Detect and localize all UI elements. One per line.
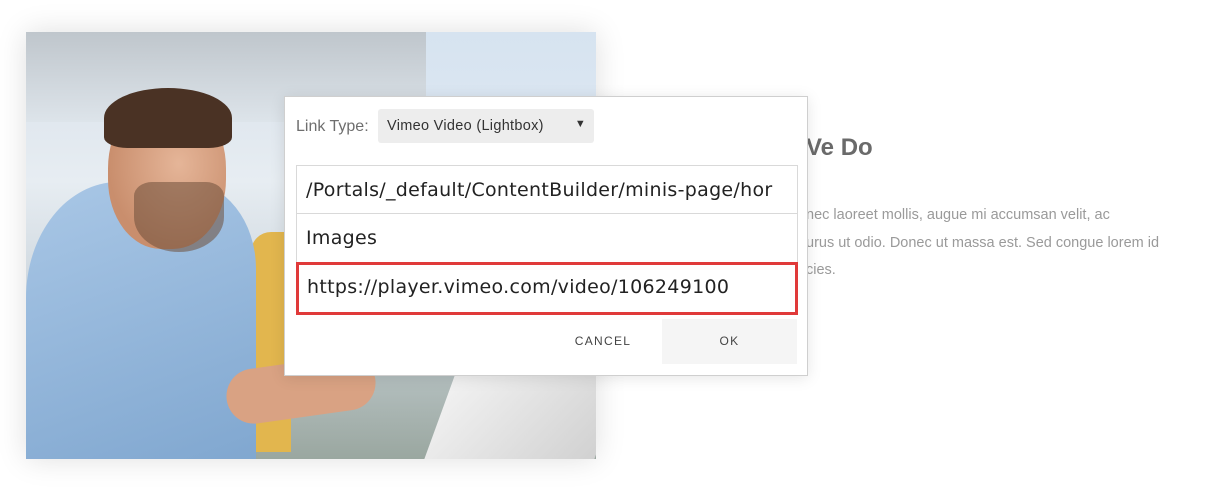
section-body-text: nec laoreet mollis, augue mi accumsan ve… xyxy=(806,202,1206,285)
photo-person-hair xyxy=(104,88,232,148)
photo-laptop xyxy=(415,372,596,459)
link-type-select[interactable]: Vimeo Video (Lightbox) ▼ xyxy=(378,109,594,143)
cancel-button[interactable]: CANCEL xyxy=(547,319,659,363)
link-type-label: Link Type: xyxy=(296,118,369,135)
link-type-selected-value: Vimeo Video (Lightbox) xyxy=(387,118,544,134)
section-heading: Ve Do xyxy=(806,134,873,161)
caret-down-icon: ▼ xyxy=(574,118,586,130)
link-dialog: Link Type: Vimeo Video (Lightbox) ▼ /Por… xyxy=(284,96,808,376)
title-input[interactable]: Images xyxy=(296,214,798,263)
section-body-line: nec laoreet mollis, augue mi accumsan ve… xyxy=(806,207,1110,223)
section-body-line: cies. xyxy=(806,262,836,278)
link-url-input[interactable]: https://player.vimeo.com/video/106249100 xyxy=(296,262,798,315)
ok-button[interactable]: OK xyxy=(662,319,797,364)
section-body-line: urus ut odio. Donec ut massa est. Sed co… xyxy=(806,234,1160,251)
image-url-input[interactable]: /Portals/_default/ContentBuilder/minis-p… xyxy=(296,165,798,214)
photo-person-beard xyxy=(134,182,224,252)
